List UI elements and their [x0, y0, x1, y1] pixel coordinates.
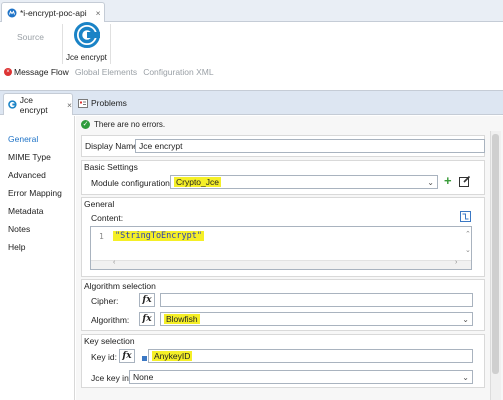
nav-item-help[interactable]: Help [8, 242, 25, 252]
tab-message-flow-label: Message Flow [14, 67, 69, 77]
close-icon[interactable]: × [67, 100, 72, 110]
check-icon: ✓ [81, 120, 90, 129]
code-text: "StringToEncrypt" [113, 231, 204, 241]
key-id-value: AnykeyID [152, 351, 193, 361]
scrollbar-thumb[interactable] [492, 134, 499, 374]
tab-problems-label: Problems [91, 98, 127, 108]
nav-item-error-mapping[interactable]: Error Mapping [8, 188, 62, 198]
mule-icon [7, 8, 17, 17]
problems-icon [78, 98, 88, 108]
tab-global-elements[interactable]: Global Elements [75, 67, 137, 77]
content-label: Content: [91, 213, 124, 223]
tab-configuration-xml[interactable]: Configuration XML [143, 67, 213, 77]
expression-toggle-button[interactable]: fx [139, 293, 155, 307]
editor-horizontal-scrollbar[interactable] [91, 260, 471, 269]
chevron-down-icon: ⌄ [462, 315, 469, 324]
chevron-right-icon[interactable]: › [455, 259, 457, 266]
cipher-input[interactable] [160, 293, 473, 307]
nav-item-notes[interactable]: Notes [8, 224, 30, 234]
nav-item-metadata[interactable]: Metadata [8, 206, 43, 216]
basic-settings-title: Basic Settings [84, 162, 138, 172]
divider [110, 24, 111, 64]
key-title: Key selection [84, 336, 135, 346]
jce-encrypt-icon [74, 22, 100, 48]
chevron-down-icon: ⌄ [427, 178, 434, 187]
module-configuration-select[interactable]: Crypto_Jce ⌄ [170, 175, 438, 189]
status-text: There are no errors. [94, 120, 166, 129]
general-title: General [84, 199, 115, 209]
jce-encrypt-label: Jce encrypt [66, 53, 107, 62]
chevron-left-icon[interactable]: ‹ [113, 259, 115, 266]
algorithm-label: Algorithm: [91, 315, 130, 325]
chevron-up-icon[interactable]: ⌃ [465, 230, 471, 238]
expand-editor-icon[interactable] [460, 211, 471, 222]
field-decorator-icon [142, 356, 147, 361]
tab-jce-encrypt[interactable]: Jce encrypt × [3, 93, 73, 115]
chevron-down-icon[interactable]: ⌄ [465, 246, 471, 254]
key-id-label: Key id: [91, 352, 117, 362]
expression-toggle-button[interactable]: fx [139, 312, 155, 326]
display-name-label: Display Name: [85, 141, 141, 151]
chevron-down-icon: ⌄ [462, 373, 469, 382]
add-icon[interactable]: + [444, 174, 452, 188]
cipher-label: Cipher: [91, 296, 119, 306]
properties-tab-strip [0, 90, 503, 115]
view-tabs: × Message Flow Global Elements Configura… [4, 66, 214, 78]
edit-icon[interactable] [459, 175, 471, 187]
tab-message-flow[interactable]: × Message Flow [4, 67, 69, 77]
module-configuration-label: Module configuration: [91, 178, 173, 188]
tab-jce-encrypt-label: Jce encrypt [19, 94, 48, 115]
algorithm-select[interactable]: Blowfish ⌄ [160, 312, 473, 326]
divider [62, 24, 63, 64]
error-icon: × [4, 68, 12, 76]
jce-key-info-select[interactable]: None ⌄ [129, 370, 473, 384]
algorithm-title: Algorithm selection [84, 281, 156, 291]
tab-problems[interactable]: Problems [78, 96, 127, 110]
line-number: 1 [99, 232, 104, 241]
jce-encrypt-icon [8, 100, 17, 109]
key-id-input[interactable]: AnykeyID [148, 349, 473, 363]
algorithm-value: Blowfish [164, 314, 200, 324]
editor-tab-title: *i-encrypt-poc-api [20, 7, 87, 18]
jce-key-info-value: None [133, 372, 154, 382]
status-line: ✓ There are no errors. [81, 120, 165, 129]
display-name-input[interactable]: Jce encrypt [135, 139, 485, 153]
close-icon[interactable]: × [96, 8, 101, 18]
expression-toggle-button[interactable]: fx [119, 349, 135, 363]
editor-tab[interactable]: *i-encrypt-poc-api × [1, 2, 105, 22]
nav-item-mime-type[interactable]: MIME Type [8, 152, 51, 162]
module-configuration-value: Crypto_Jce [174, 177, 221, 187]
source-label: Source [17, 32, 44, 42]
left-nav: General MIME Type Advanced Error Mapping… [0, 116, 75, 400]
nav-item-general[interactable]: General [8, 134, 38, 144]
nav-item-advanced[interactable]: Advanced [8, 170, 46, 180]
